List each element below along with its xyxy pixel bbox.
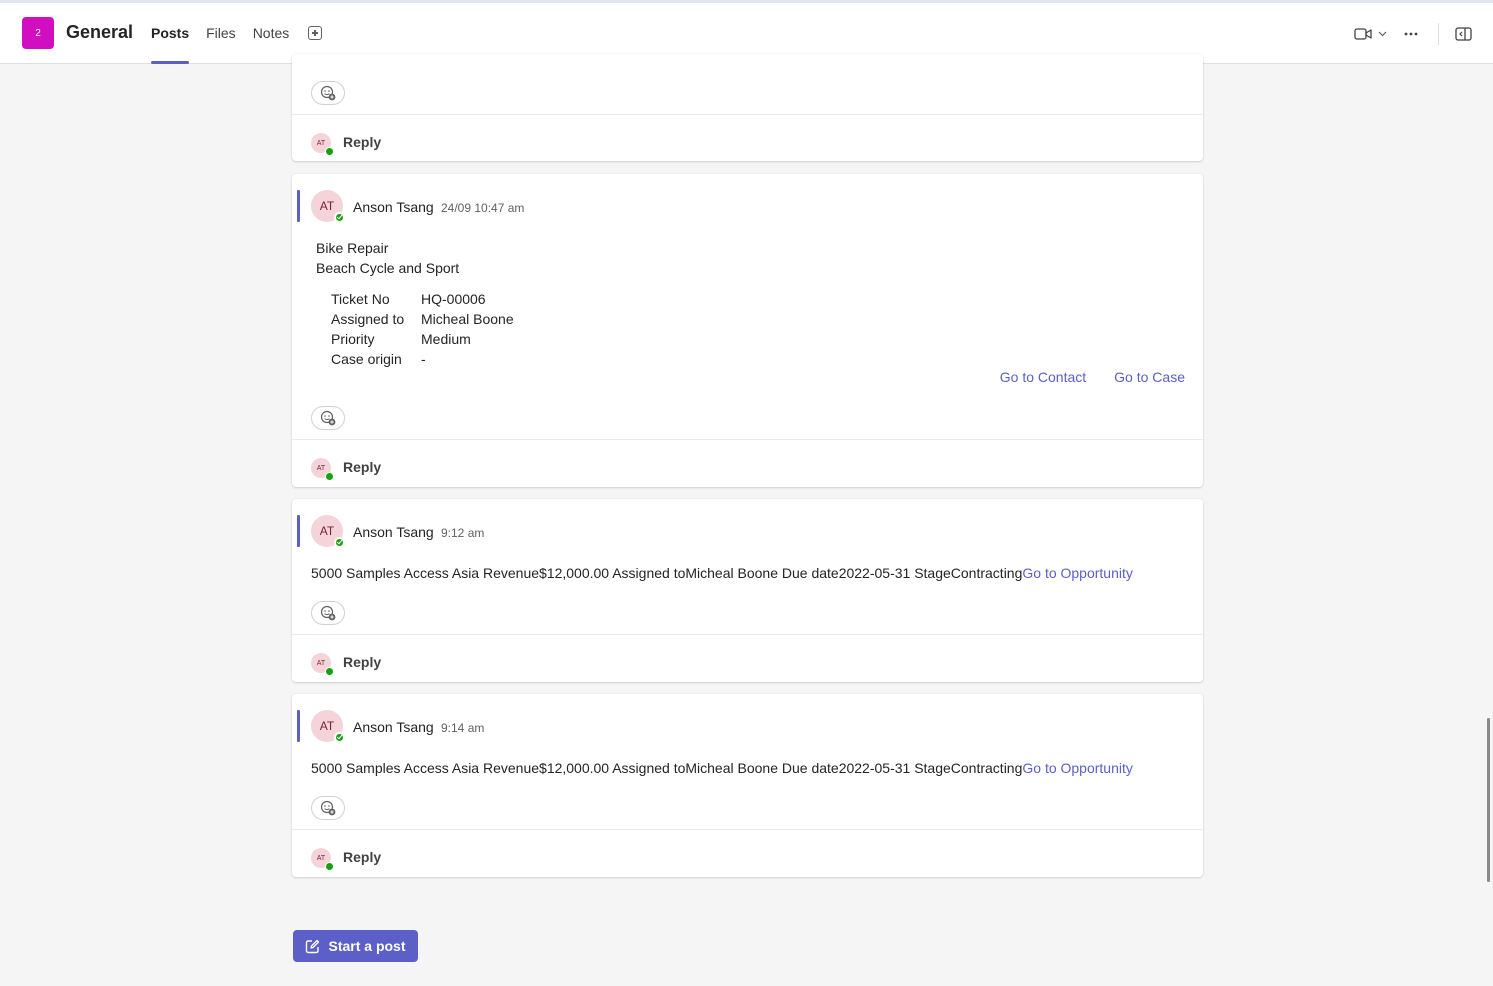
go-to-opportunity-link[interactable]: Go to Opportunity	[1022, 565, 1133, 581]
more-options-icon	[1404, 32, 1418, 36]
add-reaction-icon	[320, 410, 336, 426]
message-indicator	[297, 710, 300, 742]
avatar-initials: AT	[319, 199, 335, 213]
presence-icon	[325, 667, 334, 676]
fact-row: Assigned to Micheal Boone	[331, 309, 514, 329]
scrollbar[interactable]	[1487, 718, 1490, 882]
channel-title: General	[66, 22, 134, 42]
add-tab-icon	[308, 26, 323, 40]
video-camera-icon	[1353, 28, 1372, 40]
message-body: 5000 Samples Access Asia Revenue$12,000.…	[311, 565, 1133, 581]
message-body: 5000 Samples Access Asia Revenue$12,000.…	[311, 760, 1133, 776]
tab-notes[interactable]: Notes	[253, 3, 290, 64]
case-account: Beach Cycle and Sport	[316, 260, 460, 276]
reply-button[interactable]: Reply	[343, 654, 381, 670]
reply-button[interactable]: Reply	[343, 459, 381, 475]
message-text: 5000 Samples Access Asia Revenue$12,000.…	[311, 760, 1023, 776]
fact-value: HQ-00006	[421, 291, 486, 307]
go-to-case-button[interactable]: Go to Case	[1114, 369, 1185, 385]
presence-icon	[334, 537, 345, 548]
reply-row[interactable]: AT Reply	[292, 114, 1203, 162]
fact-key: Assigned to	[331, 311, 405, 327]
header-actions	[1350, 20, 1473, 48]
avatar-initials: AT	[316, 139, 326, 147]
fact-row: Case origin -	[331, 349, 514, 369]
open-pane-icon	[1454, 27, 1472, 41]
post-card: AT Anson Tsang 9:12 am 5000 Samples Acce…	[292, 499, 1203, 682]
reply-button[interactable]: Reply	[343, 134, 381, 150]
reply-row[interactable]: AT Reply	[292, 829, 1203, 877]
presence-icon	[334, 732, 345, 743]
avatar-initials: AT	[316, 464, 326, 472]
presence-icon	[334, 212, 345, 223]
presence-icon	[325, 862, 334, 871]
post-card: AT Reply	[292, 54, 1203, 161]
fact-value: -	[421, 351, 426, 367]
author-name: Anson Tsang	[353, 524, 434, 540]
go-to-contact-button[interactable]: Go to Contact	[1000, 369, 1086, 385]
avatar-initials: AT	[319, 524, 335, 538]
fact-row: Ticket No HQ-00006	[331, 289, 514, 309]
timestamp: 9:14 am	[441, 721, 485, 735]
fact-key: Case origin	[331, 351, 402, 367]
post-card: AT Anson Tsang 9:14 am 5000 Samples Acce…	[292, 694, 1203, 877]
team-avatar[interactable]: 2	[22, 17, 54, 49]
timestamp: 24/09 10:47 am	[441, 201, 525, 215]
start-post-label: Start a post	[328, 938, 406, 954]
go-to-opportunity-link[interactable]: Go to Opportunity	[1022, 760, 1133, 776]
case-facts: Ticket No HQ-00006 Assigned to Micheal Boo…	[331, 289, 514, 369]
fact-value: Micheal Boone	[421, 311, 514, 327]
avatar-initials: AT	[316, 854, 326, 862]
start-post-button[interactable]: Start a post	[293, 930, 418, 962]
avatar[interactable]: AT	[311, 190, 345, 223]
reply-button[interactable]: Reply	[343, 849, 381, 865]
react-button[interactable]	[311, 796, 345, 820]
timestamp: 9:12 am	[441, 526, 485, 540]
add-reaction-icon	[320, 800, 336, 816]
fact-key: Ticket No	[331, 291, 390, 307]
avatar[interactable]: AT	[311, 515, 345, 548]
message-indicator	[297, 515, 300, 547]
message-text: 5000 Samples Access Asia Revenue$12,000.…	[311, 565, 1023, 581]
open-pane-button[interactable]	[1453, 27, 1473, 41]
fact-value: Medium	[421, 331, 471, 347]
avatar[interactable]: AT	[311, 710, 345, 743]
avatar: AT	[311, 458, 334, 481]
react-button[interactable]	[311, 406, 345, 430]
add-reaction-icon	[320, 605, 336, 621]
author-name: Anson Tsang	[353, 719, 434, 735]
add-reaction-icon	[320, 85, 336, 101]
react-button[interactable]	[311, 601, 345, 625]
fact-key: Priority	[331, 331, 375, 347]
card-actions: Go to Contact Go to Case	[1000, 369, 1185, 385]
react-button[interactable]	[311, 81, 345, 105]
presence-icon	[325, 472, 334, 481]
fact-row: Priority Medium	[331, 329, 514, 349]
presence-icon	[325, 147, 334, 156]
case-title: Bike Repair	[316, 240, 389, 256]
post-card: AT Anson Tsang 24/09 10:47 am Bike Repai…	[292, 174, 1203, 487]
reply-row[interactable]: AT Reply	[292, 634, 1203, 682]
chevron-down-icon	[1378, 31, 1386, 37]
tab-files[interactable]: Files	[206, 3, 236, 64]
header-divider	[1438, 23, 1439, 45]
avatar-initials: AT	[316, 659, 326, 667]
avatar: AT	[311, 133, 334, 156]
message-indicator	[297, 190, 300, 222]
avatar: AT	[311, 653, 334, 676]
more-options-button[interactable]	[1394, 32, 1428, 36]
author-name: Anson Tsang	[353, 199, 434, 215]
tab-posts[interactable]: Posts	[151, 3, 190, 64]
reply-row[interactable]: AT Reply	[292, 439, 1203, 487]
meet-button[interactable]	[1350, 27, 1390, 41]
avatar: AT	[311, 848, 334, 871]
avatar-initials: AT	[319, 719, 335, 733]
compose-icon	[306, 939, 320, 953]
